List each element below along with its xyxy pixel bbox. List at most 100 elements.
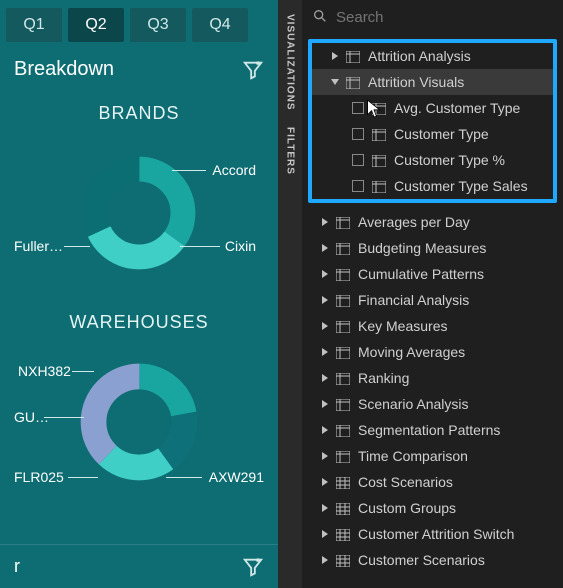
tab-q1[interactable]: Q1 [6,8,62,42]
search-icon [312,8,328,27]
highlighted-group: Attrition Analysis Attrition Visuals Avg… [308,39,557,203]
field-label: Budgeting Measures [358,240,557,256]
chevron-right-icon [322,322,328,330]
field-label: Customer Type [394,126,547,142]
checkbox[interactable] [352,180,364,192]
checkbox[interactable] [352,128,364,140]
field-label: Cost Scenarios [358,474,557,490]
chevron-right-icon [322,400,328,408]
dashboard-pane: Q1 Q2 Q3 Q4 Breakdown BRANDS Accord Cixi… [0,0,278,588]
chevron-right-icon [322,270,328,278]
table-icon [336,320,350,332]
chevron-right-icon [322,218,328,226]
table-icon [336,554,350,566]
field-item[interactable]: Custom Groups [302,495,563,521]
chevron-right-icon [322,374,328,382]
table-icon [336,346,350,358]
table-icon [336,294,350,306]
field-item[interactable]: Ranking [302,365,563,391]
field-label: Segmentation Patterns [358,422,557,438]
table-icon [336,242,350,254]
chevron-right-icon [322,452,328,460]
chevron-right-icon [322,348,328,356]
brands-donut-chart: Accord Cixin Fuller… [0,128,278,298]
field-item[interactable]: Cumulative Patterns [302,261,563,287]
field-label: Attrition Visuals [368,74,547,90]
filter-icon[interactable] [242,59,264,81]
table-icon [372,154,386,166]
field-label: Custom Groups [358,500,557,516]
warehouses-chart-title: WAREHOUSES [0,312,278,333]
field-label: Moving Averages [358,344,557,360]
chevron-right-icon [322,296,328,304]
field-attrition-analysis[interactable]: Attrition Analysis [312,43,553,69]
field-child[interactable]: Customer Type Sales [312,173,553,199]
filter-icon[interactable] [242,556,264,578]
brands-label-cixin: Cixin [225,238,256,254]
wh-label-nxh: NXH382 [18,363,71,379]
field-label: Scenario Analysis [358,396,557,412]
field-item[interactable]: Cost Scenarios [302,469,563,495]
side-tab-filters[interactable]: FILTERS [283,119,298,183]
field-item[interactable]: Customer Scenarios [302,547,563,573]
table-icon [372,128,386,140]
brands-chart-title: BRANDS [0,103,278,124]
tab-q2[interactable]: Q2 [68,8,124,42]
field-label: Time Comparison [358,448,557,464]
field-item[interactable]: Averages per Day [302,209,563,235]
field-item[interactable]: Budgeting Measures [302,235,563,261]
brands-label-fuller: Fuller… [14,238,63,254]
field-child[interactable]: Customer Type [312,121,553,147]
table-icon [372,102,386,114]
fields-pane: Attrition Analysis Attrition Visuals Avg… [302,0,563,588]
field-item[interactable]: Time Comparison [302,443,563,469]
table-icon [372,180,386,192]
field-label: Customer Type Sales [394,178,547,194]
field-label: Averages per Day [358,214,557,230]
search-bar[interactable] [302,0,563,35]
breakdown-title: Breakdown [14,58,114,81]
field-attrition-visuals[interactable]: Attrition Visuals [312,69,553,95]
field-list: Averages per Day Budgeting Measures Cumula… [302,209,563,573]
field-label: Key Measures [358,318,557,334]
field-label: Customer Attrition Switch [358,526,557,542]
field-item[interactable]: Segmentation Patterns [302,417,563,443]
table-icon [336,398,350,410]
field-item[interactable]: Moving Averages [302,339,563,365]
table-icon [336,502,350,514]
chevron-right-icon [322,478,328,486]
field-label: Customer Scenarios [358,552,557,568]
table-icon [336,424,350,436]
side-tab-strip: VISUALIZATIONS FILTERS [278,0,302,588]
tab-q3[interactable]: Q3 [130,8,186,42]
table-icon [346,76,360,88]
field-label: Attrition Analysis [368,48,547,64]
field-label: Customer Type % [394,152,547,168]
field-item[interactable]: Key Measures [302,313,563,339]
chevron-right-icon [322,504,328,512]
table-icon [336,476,350,488]
chevron-down-icon [331,79,339,85]
field-child[interactable]: Customer Type % [312,147,553,173]
field-label: Avg. Customer Type [394,100,547,116]
warehouses-donut-chart: NXH382 GU… FLR025 AXW291 [0,337,278,507]
breakdown-header: Breakdown [0,48,278,89]
field-item[interactable]: Scenario Analysis [302,391,563,417]
chevron-right-icon [322,530,328,538]
chevron-right-icon [322,556,328,564]
brands-label-accord: Accord [212,162,256,178]
table-icon [336,216,350,228]
field-item[interactable]: Customer Attrition Switch [302,521,563,547]
tab-q4[interactable]: Q4 [192,8,248,42]
checkbox[interactable] [352,154,364,166]
checkbox[interactable] [352,102,364,114]
table-icon [346,50,360,62]
side-tab-visualizations[interactable]: VISUALIZATIONS [283,6,298,119]
field-item[interactable]: Financial Analysis [302,287,563,313]
table-icon [336,372,350,384]
search-input[interactable] [336,9,553,26]
chevron-right-icon [322,426,328,434]
chevron-right-icon [322,244,328,252]
table-icon [336,528,350,540]
field-child[interactable]: Avg. Customer Type [312,95,553,121]
